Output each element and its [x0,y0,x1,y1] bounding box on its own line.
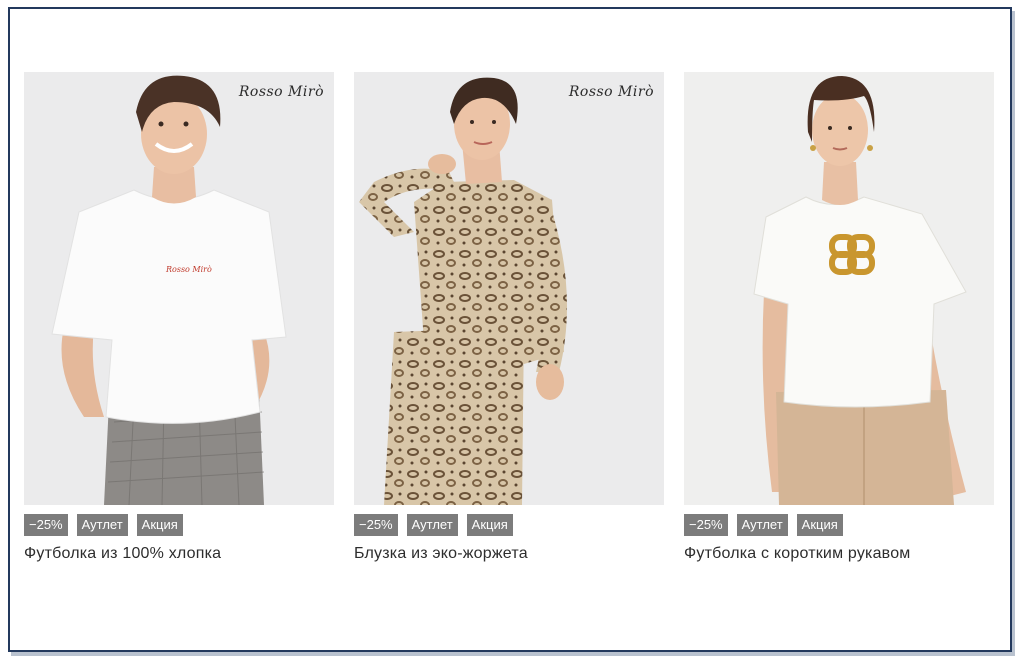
discount-badge: −25% [354,514,398,536]
badge-row: −25% Аутлет Акция [24,514,334,538]
discount-badge: −25% [684,514,728,536]
badge-row: −25% Аутлет Акция [354,514,664,538]
model-photo [354,72,664,505]
discount-badge: −25% [24,514,68,536]
outlet-badge: Аутлет [406,514,458,536]
promo-badge: Акция [466,514,513,536]
outlet-badge: Аутлет [736,514,788,536]
promo-badge: Акция [796,514,843,536]
product-title[interactable]: Блузка из эко-жоржета [354,545,664,563]
product-card[interactable]: Rosso Mirò −25% Аутлет Акция Блузка из э… [354,72,664,563]
product-title[interactable]: Футболка с коротким рукавом [684,545,994,563]
model-photo [684,72,994,505]
promo-badge: Акция [136,514,183,536]
product-image[interactable] [684,72,994,505]
chest-logo: Rosso Mirò [165,265,212,274]
product-card[interactable]: Rosso Mirò Rosso Mirò −25% Аутлет Акция … [24,72,334,563]
product-card[interactable]: −25% Аутлет Акция Футболка с коротким ру… [684,72,994,563]
brand-logo: Rosso Mirò [568,84,654,100]
badge-row: −25% Аутлет Акция [684,514,994,538]
brand-logo: Rosso Mirò [238,84,324,100]
model-photo: Rosso Mirò [24,72,334,505]
product-image[interactable]: Rosso Mirò [354,72,664,505]
product-image[interactable]: Rosso Mirò Rosso Mirò [24,72,334,505]
outlet-badge: Аутлет [76,514,128,536]
product-title[interactable]: Футболка из 100% хлопка [24,545,334,563]
